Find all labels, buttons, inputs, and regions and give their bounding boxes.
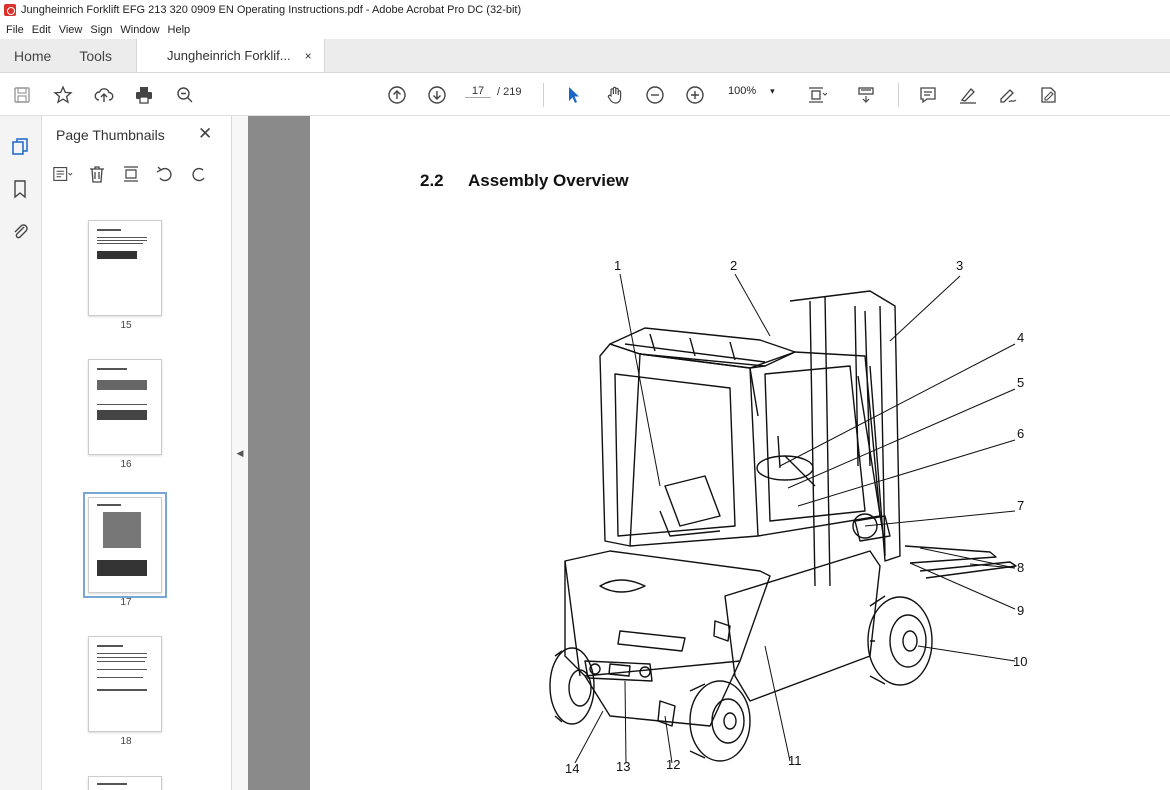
thumbnail-page[interactable]: 18	[88, 636, 164, 747]
attachment-icon[interactable]	[9, 220, 31, 242]
tab-document[interactable]: Jungheinrich Forklif... ×	[136, 39, 325, 72]
close-icon[interactable]: ✕	[198, 124, 212, 144]
navigation-rail	[0, 116, 42, 790]
print-icon[interactable]	[132, 83, 156, 107]
thumbnail-label: 16	[120, 459, 132, 470]
delete-page-icon[interactable]	[86, 163, 108, 185]
highlight-icon[interactable]	[956, 83, 980, 107]
hand-icon[interactable]	[603, 83, 627, 107]
select-cursor-icon[interactable]	[562, 83, 586, 107]
callout-4: 4	[1017, 330, 1025, 345]
thumbnails-panel: Page Thumbnails ✕ ▲ ▼ 15	[42, 116, 266, 790]
rotate-right-icon[interactable]	[188, 163, 210, 185]
callout-6: 6	[1017, 426, 1025, 441]
thumbnail-image	[88, 636, 162, 732]
thumbnail-page-selected[interactable]: 17	[83, 492, 167, 608]
menu-file[interactable]: File	[6, 24, 24, 36]
thumbnail-page[interactable]: 15	[88, 220, 164, 331]
callout-8: 8	[1017, 560, 1025, 575]
rotate-left-icon[interactable]	[154, 163, 176, 185]
callout-1: 1	[614, 258, 622, 273]
callout-7: 7	[1017, 498, 1025, 513]
callout-10: 10	[1013, 654, 1028, 669]
menu-view[interactable]: View	[59, 24, 83, 36]
window-title: Jungheinrich Forklift EFG 213 320 0909 E…	[21, 4, 522, 16]
callout-12: 12	[666, 757, 681, 772]
panel-toolbar	[52, 162, 222, 186]
panel-title: Page Thumbnails	[56, 127, 165, 143]
callout-2: 2	[730, 258, 738, 273]
tab-close-icon[interactable]: ×	[305, 49, 312, 63]
page-down-icon[interactable]	[425, 83, 449, 107]
menu-bar: File Edit View Sign Window Help	[0, 20, 1170, 39]
acrobat-app-icon	[4, 4, 16, 16]
current-page-input[interactable]: 17	[465, 85, 491, 98]
menu-help[interactable]: Help	[168, 24, 191, 36]
callout-11: 11	[788, 753, 802, 768]
page-indicator: 17 / 219	[465, 85, 521, 98]
main-toolbar: 17 / 219 100% ▾	[0, 73, 1170, 116]
thumbnail-options-icon[interactable]	[52, 163, 74, 185]
comment-icon[interactable]	[916, 83, 940, 107]
menu-sign[interactable]: Sign	[90, 24, 112, 36]
thumbnail-label: 15	[120, 320, 132, 331]
document-page: 2.2 Assembly Overview 1 2 3 4 5 6 7 8 9 …	[310, 116, 1170, 790]
forklift-illustration	[549, 273, 1017, 764]
toolbar-divider	[898, 83, 899, 107]
thumbnails-icon[interactable]	[9, 136, 31, 158]
tab-home[interactable]: Home	[0, 39, 65, 72]
save-icon[interactable]	[10, 83, 34, 107]
fit-page-icon[interactable]	[805, 83, 829, 107]
thumbnail-image	[88, 220, 162, 316]
tab-document-label: Jungheinrich Forklif...	[167, 48, 291, 63]
thumbnail-image	[88, 776, 162, 790]
sign-icon[interactable]	[996, 83, 1020, 107]
page-up-icon[interactable]	[385, 83, 409, 107]
document-gutter	[248, 116, 310, 790]
scroll-mode-icon[interactable]	[854, 83, 878, 107]
zoom-value: 100%	[728, 85, 757, 97]
menu-edit[interactable]: Edit	[32, 24, 51, 36]
tab-bar: Home Tools Jungheinrich Forklif... ×	[0, 39, 1170, 73]
total-pages: / 219	[497, 85, 522, 98]
star-icon[interactable]	[51, 83, 75, 107]
thumbnail-page[interactable]	[88, 776, 164, 790]
thumbnail-image	[88, 359, 162, 455]
menu-window[interactable]: Window	[120, 24, 159, 36]
thumbnail-page[interactable]: 16	[88, 359, 164, 470]
callout-5: 5	[1017, 375, 1025, 390]
callout-9: 9	[1017, 603, 1025, 618]
callout-13: 13	[616, 759, 631, 774]
bookmark-icon[interactable]	[9, 178, 31, 200]
zoom-search-icon[interactable]	[173, 83, 197, 107]
fill-sign-icon[interactable]	[1036, 83, 1060, 107]
zoom-dropdown[interactable]: 100% ▾	[728, 85, 775, 97]
upload-cloud-icon[interactable]	[92, 83, 116, 107]
title-bar: Jungheinrich Forklift EFG 213 320 0909 E…	[0, 0, 1170, 20]
thumbnail-image	[83, 492, 167, 598]
collapse-panel-button[interactable]: ◀	[232, 116, 248, 790]
thumbnail-label: 17	[120, 597, 132, 608]
zoom-out-icon[interactable]	[643, 83, 667, 107]
callout-14: 14	[565, 761, 580, 776]
zoom-in-icon[interactable]	[683, 83, 707, 107]
chevron-down-icon: ▾	[770, 85, 775, 96]
insert-page-icon[interactable]	[120, 163, 142, 185]
toolbar-divider	[543, 83, 544, 107]
thumbnail-label: 18	[120, 736, 132, 747]
callout-3: 3	[956, 258, 964, 273]
tab-tools[interactable]: Tools	[65, 39, 136, 72]
